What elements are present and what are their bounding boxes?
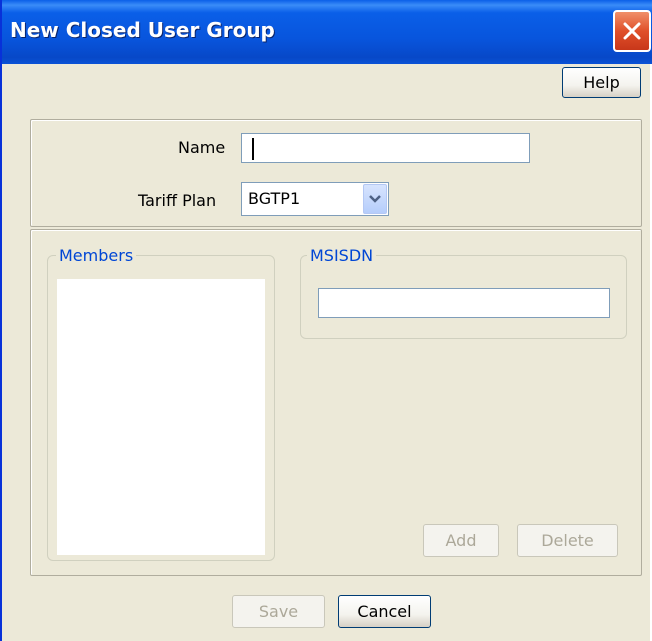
name-label: Name [178, 138, 226, 157]
text-caret [252, 138, 254, 160]
window-title: New Closed User Group [10, 18, 275, 42]
members-legend: Members [56, 246, 137, 265]
dropdown-button[interactable] [363, 184, 387, 214]
msisdn-group: MSISDN [300, 246, 627, 339]
cancel-button[interactable]: Cancel [338, 595, 431, 628]
tariff-plan-dropdown[interactable]: BGTP1 [241, 182, 389, 216]
add-button[interactable]: Add [423, 524, 499, 557]
help-button[interactable]: Help [562, 67, 641, 98]
close-button[interactable] [613, 10, 651, 52]
msisdn-legend: MSISDN [307, 246, 377, 265]
delete-button[interactable]: Delete [517, 524, 618, 557]
msisdn-input[interactable] [318, 288, 610, 318]
members-group: Members [47, 246, 275, 561]
tariff-plan-selected: BGTP1 [248, 189, 301, 208]
name-input[interactable] [241, 133, 530, 163]
close-icon [623, 22, 641, 40]
save-button[interactable]: Save [232, 595, 325, 628]
dialog-body: Help Name Tariff Plan BGTP1 Members MSIS… [4, 64, 650, 641]
dialog-window: New Closed User Group Help Name Tariff P… [0, 0, 652, 641]
title-bar[interactable]: New Closed User Group [2, 0, 652, 64]
details-panel: Name Tariff Plan BGTP1 [30, 119, 642, 227]
members-list[interactable] [57, 279, 265, 555]
tariff-plan-label: Tariff Plan [138, 191, 217, 210]
members-panel: Members MSISDN Add Delete [30, 229, 642, 576]
chevron-down-icon [369, 195, 381, 203]
